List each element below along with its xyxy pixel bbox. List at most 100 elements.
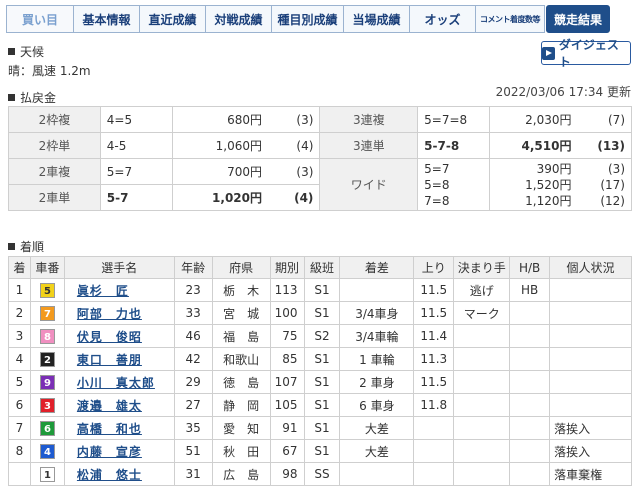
racer-age: 29: [173, 370, 213, 394]
car-number-cell: 7: [29, 301, 65, 325]
popularity-rank: (17): [600, 177, 625, 192]
racer-prefecture: 愛 知: [211, 416, 271, 440]
column-header: 年齢: [173, 256, 213, 279]
finish-rank: 4: [8, 347, 31, 371]
personal-status: 落挨入: [549, 416, 632, 440]
tab-7[interactable]: コメント着度数等: [475, 5, 545, 33]
car-number-cell: 8: [29, 324, 65, 348]
bet-type-label: 2枠単: [8, 132, 101, 159]
racer-term: 105: [269, 393, 305, 417]
racer-term: 107: [269, 370, 305, 394]
bet-type-label: 2車複: [8, 158, 101, 185]
last-lap-time: 11.3: [413, 347, 455, 371]
racer-name-link[interactable]: 内藤 宣彦: [77, 445, 142, 459]
personal-status: [549, 370, 632, 394]
bet-combination: 5-7-8: [417, 132, 491, 159]
payout-amount: 1,520円: [525, 177, 572, 192]
winning-move: [453, 416, 511, 440]
last-lap-time: [413, 439, 455, 463]
hb-mark: [509, 301, 551, 325]
car-number-badge: 1: [39, 466, 55, 482]
tab-4[interactable]: 種目別成績: [271, 5, 344, 33]
winning-move: [453, 324, 511, 348]
result-row: 7 6 高橋 和也 35 愛 知 91 S1 大差 落挨入: [8, 416, 632, 440]
racer-name-cell: 阿部 力也: [63, 301, 175, 325]
racer-age: 42: [173, 347, 213, 371]
car-number-cell: 2: [29, 347, 65, 371]
racer-name-link[interactable]: 阿部 力也: [77, 307, 142, 321]
racer-age: 51: [173, 439, 213, 463]
bet-type-label-wide: ワイド: [319, 158, 419, 211]
car-number-badge: 6: [39, 420, 55, 436]
column-header: 着: [8, 256, 31, 279]
column-header: 級班: [303, 256, 341, 279]
payout-amount: 4,510円: [489, 132, 578, 159]
racer-class: S1: [303, 416, 341, 440]
wide-amounts: 390円 1,520円 1,120円: [489, 158, 578, 211]
column-header: 決まり手: [453, 256, 511, 279]
finish-margin: [339, 278, 415, 302]
racer-name-link[interactable]: 眞杉 匠: [77, 284, 129, 298]
personal-status: [549, 278, 632, 302]
racer-name-link[interactable]: 高橋 和也: [77, 422, 142, 436]
winning-move: [453, 370, 511, 394]
result-row: 5 9 小川 真太郎 29 徳 島 107 S1 2 車身 11.5: [8, 370, 632, 394]
racer-name-link[interactable]: 小川 真太郎: [77, 376, 155, 390]
racer-name-link[interactable]: 伏見 俊昭: [77, 330, 142, 344]
finish-margin: 大差: [339, 416, 415, 440]
tab-1[interactable]: 基本情報: [73, 5, 140, 33]
racer-age: 35: [173, 416, 213, 440]
last-lap-time: [413, 462, 455, 486]
finish-rank: 3: [8, 324, 31, 348]
result-row: 8 4 内藤 宣彦 51 秋 田 67 S1 大差 落挨入: [8, 439, 632, 463]
tab-6[interactable]: オッズ: [409, 5, 476, 33]
racer-prefecture: 秋 田: [211, 439, 271, 463]
payout-amount: 700円: [171, 158, 268, 185]
finish-rank: [8, 462, 31, 486]
hb-mark: [509, 416, 551, 440]
last-lap-time: 11.8: [413, 393, 455, 417]
car-number-cell: 9: [29, 370, 65, 394]
tab-8[interactable]: 競走結果: [546, 5, 610, 33]
bet-combination: 5=7: [99, 158, 173, 185]
popularity-rank: (3): [268, 106, 321, 133]
finish-margin: 大差: [339, 439, 415, 463]
column-header: 選手名: [63, 256, 175, 279]
racer-age: 31: [173, 462, 213, 486]
bet-combination: 4-5: [99, 132, 173, 159]
payout-row: 2枠複 4=5 680円 (3) 3連複 5=7=8 2,030円 (7): [8, 106, 633, 133]
racer-name-link[interactable]: 東口 善朋: [77, 353, 142, 367]
last-lap-time: 11.5: [413, 278, 455, 302]
payout-amount: 1,120円: [525, 193, 572, 208]
results-section-title: 着順: [8, 238, 44, 255]
car-number-cell: 1: [29, 462, 65, 486]
racer-term: 91: [269, 416, 305, 440]
car-number-cell: 6: [29, 416, 65, 440]
tab-0[interactable]: 買い目: [6, 5, 74, 33]
racer-age: 33: [173, 301, 213, 325]
racer-name-link[interactable]: 松浦 悠士: [77, 468, 142, 482]
racer-prefecture: 広 島: [211, 462, 271, 486]
winning-move: マーク: [453, 301, 511, 325]
racer-name-cell: 小川 真太郎: [63, 370, 175, 394]
payout-row: 2車複 5=7 700円 (3) ワイド 5=7 5=8 7=8 390円 1,520円 1,120…: [8, 158, 633, 211]
racer-prefecture: 栃 木: [211, 278, 271, 302]
tab-2[interactable]: 直近成績: [139, 5, 206, 33]
racer-name-link[interactable]: 渡邉 雄太: [77, 399, 142, 413]
hb-mark: [509, 393, 551, 417]
popularity-rank: (13): [577, 132, 633, 159]
racer-class: S1: [303, 370, 341, 394]
payout-amount: 680円: [171, 106, 268, 133]
popularity-rank: (3): [608, 161, 625, 176]
bet-combination: 4=5: [99, 106, 173, 133]
bet-combination: 5=7: [424, 161, 450, 176]
racer-name-cell: 高橋 和也: [63, 416, 175, 440]
digest-button[interactable]: ダイジェスト: [541, 38, 631, 69]
tab-3[interactable]: 対戦成績: [205, 5, 272, 33]
popularity-rank: (7): [577, 106, 633, 133]
racer-term: 113: [269, 278, 305, 302]
racer-term: 85: [269, 347, 305, 371]
tab-5[interactable]: 当場成績: [343, 5, 410, 33]
column-header: 着差: [339, 256, 415, 279]
payout-row: 2枠単 4-5 1,060円 (4) 3連単 5-7-8 4,510円 (13): [8, 132, 633, 159]
